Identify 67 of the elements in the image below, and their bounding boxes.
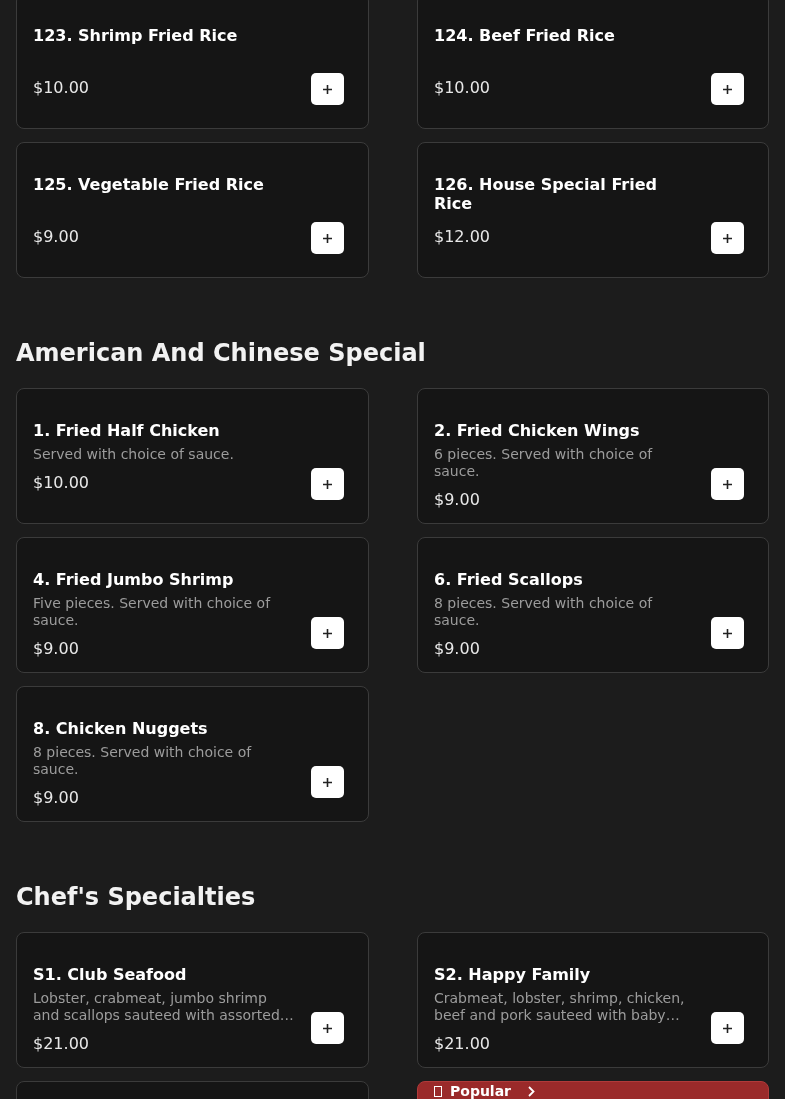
section-heading: Chef's Specialties [16,883,257,911]
menu-card[interactable]: 123. Shrimp Fried Rice $10.00 [16,0,369,129]
item-price: $9.00 [434,639,481,659]
item-price: $10.00 [434,78,491,98]
plus-icon [322,83,333,95]
plus-icon [322,232,333,244]
item-name: 1. Fried Half Chicken [33,421,221,440]
menu-card[interactable]: S2. Happy Family Crabmeat, lobster, shrimp, chicken, beef and pork sauteed with baby… $21.00 [417,932,769,1068]
plus-icon [322,776,333,788]
item-name: 4. Fried Jumbo Shrimp [33,570,235,589]
add-button[interactable] [311,617,344,649]
item-name: 124. Beef Fried Rice [434,26,616,47]
plus-icon [722,627,733,639]
plus-icon [722,1022,733,1034]
add-button[interactable] [711,468,744,500]
menu-card[interactable]: 6. Fried Scallops 8 pieces. Served with choice of sauce. $9.00 [417,537,769,673]
item-name: 126. House Special Fried Rice [434,175,658,213]
item-name: 6. Fried Scallops [434,570,584,589]
menu-card[interactable]: S1. Club Seafood Lobster, crabmeat, jumbo shrimp and scallops sauteed with assorted… $21.00 [16,932,369,1068]
plus-icon [722,232,733,244]
chevron-right-icon [527,1086,536,1097]
menu-card[interactable]: 126. House Special Fried Rice $12.00 [417,142,769,278]
item-description: Crabmeat, lobster, shrimp, chicken, beef and pork sauteed with baby… [434,990,686,1024]
item-name: 2. Fried Chicken Wings [434,421,641,440]
add-button[interactable] [711,1012,744,1044]
item-price: $21.00 [434,1034,491,1054]
menu-card[interactable]: 8. Chicken Nuggets 8 pieces. Served with choice of sauce. $9.00 [16,686,369,822]
item-name: S1. Club Seafood [33,965,188,984]
item-name: S2. Happy Family [434,965,592,984]
item-name: 123. Shrimp Fried Rice [33,26,239,47]
item-description: 8 pieces. Served with choice of sauce. [33,744,253,778]
item-description: 6 pieces. Served with choice of sauce. [434,446,654,480]
item-description: Served with choice of sauce. [33,446,235,463]
menu-card[interactable]: 4. Fried Jumbo Shrimp Five pieces. Served with choice of sauce. $9.00 [16,537,369,673]
item-name: 125. Vegetable Fried Rice [33,175,265,196]
add-button[interactable] [311,468,344,500]
add-button[interactable] [311,222,344,254]
item-price: $9.00 [434,490,481,510]
item-price: $9.00 [33,227,80,247]
item-description: Five pieces. Served with choice of sauce. [33,595,272,629]
item-price: $12.00 [434,227,491,247]
plus-icon [322,478,333,490]
add-button[interactable] [711,222,744,254]
popular-button[interactable]: Popular [417,1081,769,1099]
item-price: $21.00 [33,1034,90,1054]
item-price: $10.00 [33,473,90,493]
item-description: Lobster, crabmeat, jumbo shrimp and scallops sauteed with assorted… [33,990,295,1024]
item-price: $9.00 [33,788,80,808]
missing-glyph-icon [434,1086,442,1097]
menu-card[interactable]: 1. Fried Half Chicken Served with choice of sauce. $10.00 [16,388,369,524]
add-button[interactable] [311,766,344,798]
menu-card[interactable]: 2. Fried Chicken Wings 6 pieces. Served with choice of sauce. $9.00 [417,388,769,524]
item-name: 8. Chicken Nuggets [33,719,209,738]
item-price: $10.00 [33,78,90,98]
plus-icon [722,478,733,490]
menu-card[interactable]: 125. Vegetable Fried Rice $9.00 [16,142,369,278]
add-button[interactable] [311,73,344,105]
plus-icon [322,1022,333,1034]
add-button[interactable] [711,73,744,105]
item-price: $9.00 [33,639,80,659]
item-description: 8 pieces. Served with choice of sauce. [434,595,654,629]
menu-card[interactable]: 124. Beef Fried Rice $10.00 [417,0,769,129]
plus-icon [722,83,733,95]
add-button[interactable] [311,1012,344,1044]
add-button[interactable] [711,617,744,649]
plus-icon [322,627,333,639]
section-heading: American And Chinese Special [16,339,427,367]
